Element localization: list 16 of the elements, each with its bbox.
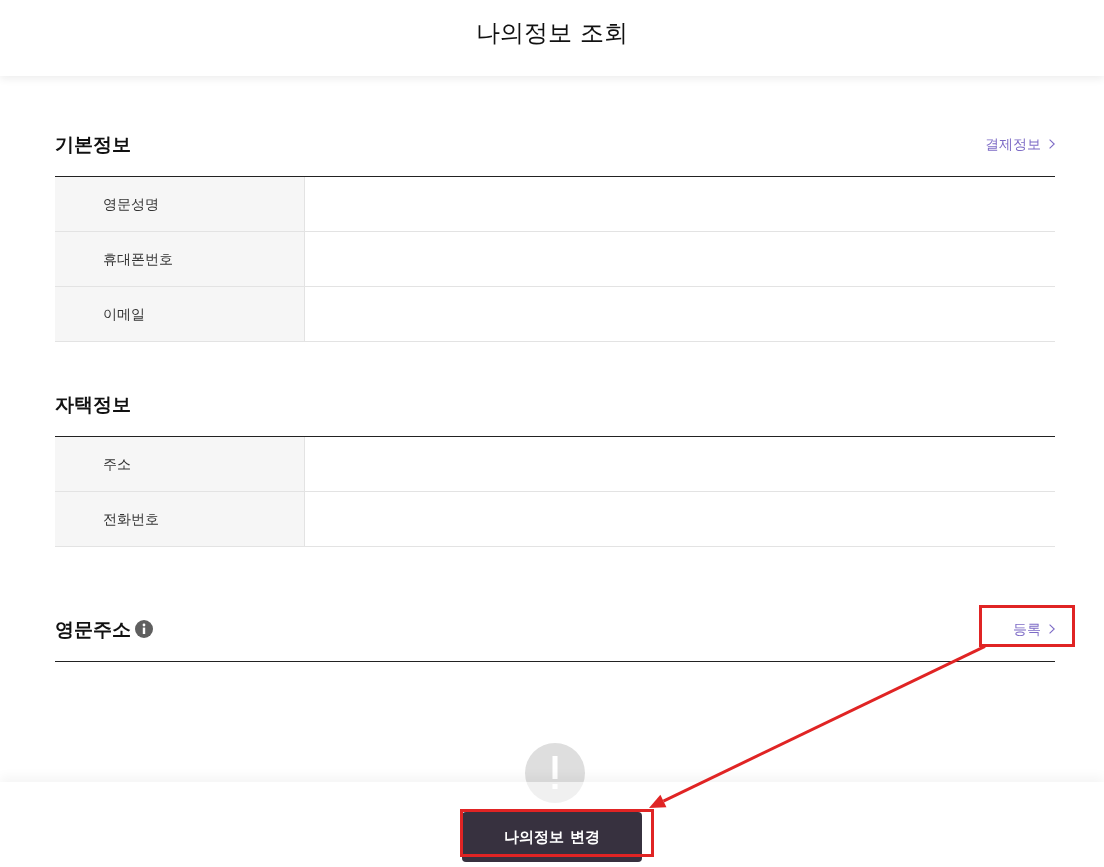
row-label: 휴대폰번호 xyxy=(55,232,305,286)
text-link[interactable]: 결제정보 xyxy=(985,135,1055,153)
section-title: 기본정보 xyxy=(55,132,131,156)
chevron-right-icon xyxy=(1049,139,1055,149)
row-label: 전화번호 xyxy=(55,492,305,546)
section-title: 자택정보 xyxy=(55,392,131,416)
info-icon[interactable] xyxy=(135,620,153,638)
row-label: 이메일 xyxy=(55,287,305,341)
change-info-button[interactable]: 나의정보 변경 xyxy=(462,812,642,862)
text-link[interactable]: 등록 xyxy=(1013,620,1055,638)
page-title: 나의정보 조회 xyxy=(475,18,629,48)
exclamation-icon xyxy=(525,743,585,803)
row-label: 주소 xyxy=(55,437,305,491)
row-label: 영문성명 xyxy=(55,177,305,231)
section-title: 영문주소 xyxy=(55,617,131,641)
chevron-right-icon xyxy=(1049,624,1055,634)
